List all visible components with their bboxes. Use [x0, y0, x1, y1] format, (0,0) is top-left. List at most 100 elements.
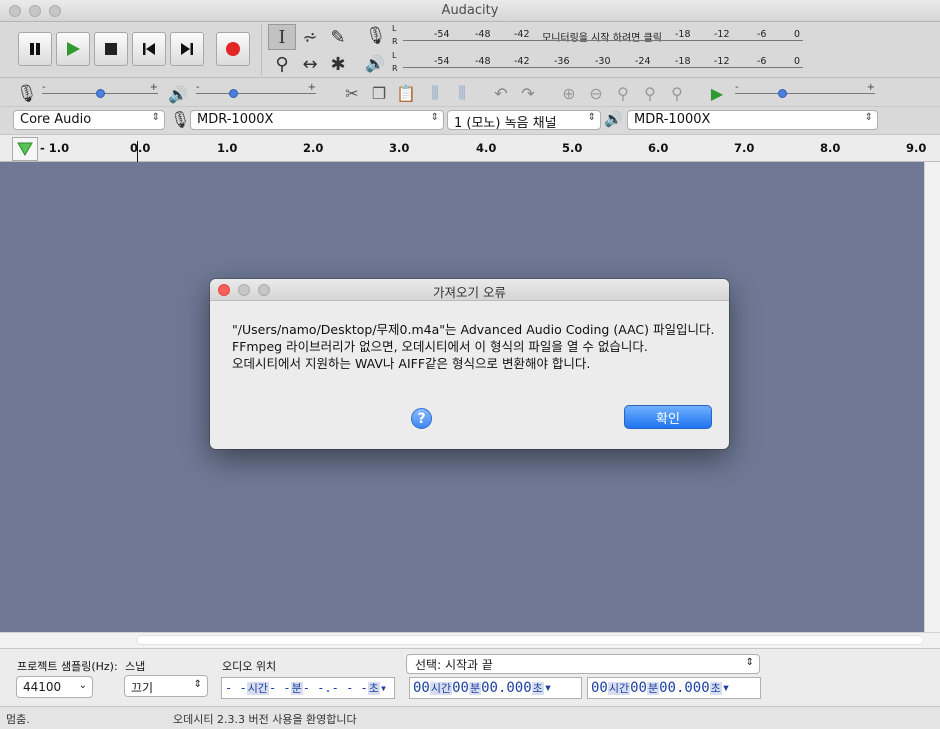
slider-max-label: +	[149, 82, 158, 93]
dialog-message-line: 오데시티에서 지원하는 WAV나 AIFF같은 형식으로 변환해야 합니다.	[232, 356, 591, 371]
play-speed-slider[interactable]: - +	[735, 82, 875, 103]
ruler-tick: 4.0	[476, 141, 497, 155]
slider-track	[196, 93, 316, 94]
play-meter-tick: -6	[757, 56, 767, 67]
audio-host-select[interactable]: Core Audio ⇕	[13, 110, 165, 130]
multi-tool-button[interactable]: ✱	[324, 51, 352, 77]
play-meter-tick: -42	[514, 56, 530, 67]
slider-max-label: +	[307, 82, 316, 93]
play-meter-tick: -12	[714, 56, 730, 67]
time-shift-tool-button[interactable]: ↔	[296, 51, 324, 77]
selection-end-field[interactable]: 00시간00분00.000초▾	[587, 677, 761, 699]
minutes-value: - -	[268, 681, 291, 695]
ruler-tick: 2.0	[303, 141, 324, 155]
slider-track	[735, 93, 875, 94]
help-button[interactable]: ?	[411, 408, 432, 429]
redo-button[interactable]: ↷	[516, 80, 540, 106]
format-menu-arrow-icon[interactable]: ▾	[380, 681, 387, 695]
play-meter-bar	[403, 67, 803, 68]
play-volume-speaker-icon: 🔊	[168, 85, 188, 104]
record-meter-prompt: 모니터링을 시작 하려면 클릭	[542, 33, 662, 44]
hours-value: 00	[591, 680, 608, 696]
format-menu-arrow-icon[interactable]: ▾	[544, 680, 552, 696]
dialog-message: "/Users/namo/Desktop/무제0.m4a"는 Advanced …	[232, 321, 722, 372]
selection-mode-select[interactable]: 선택: 시작과 끝 ⇕	[406, 654, 760, 674]
double-arrow-icon: ↔	[302, 53, 318, 75]
undo-button[interactable]: ↶	[489, 80, 513, 106]
dialog-message-line: "/Users/namo/Desktop/무제0.m4a"는 Advanced …	[232, 322, 715, 337]
selection-tool-button[interactable]: I	[268, 24, 296, 50]
timeline-options-button[interactable]	[12, 137, 38, 161]
recording-device-mic-icon: 🎙	[170, 110, 191, 129]
hours-unit: 시간	[246, 682, 269, 695]
paste-button[interactable]: 📋	[394, 80, 418, 106]
playback-device-select[interactable]: MDR-1000X ⇕	[627, 110, 878, 130]
vertical-scrollbar[interactable]	[924, 162, 940, 632]
record-meter-tick: -12	[714, 29, 730, 40]
fit-selection-icon: ⚲	[617, 83, 629, 103]
record-meter-right-label: R	[392, 37, 398, 46]
cut-button[interactable]: ✂	[340, 80, 364, 106]
fit-project-icon: ⚲	[644, 83, 656, 103]
zoom-in-button[interactable]: ⊕	[557, 80, 581, 106]
chevron-updown-icon: ⇕	[151, 112, 160, 123]
slider-knob[interactable]	[778, 89, 787, 98]
play-button[interactable]	[56, 32, 90, 66]
trim-button[interactable]: ⫼	[423, 80, 447, 106]
project-rate-label: 프로젝트 샘플링(Hz):	[17, 660, 118, 673]
play-meter[interactable]: -54 -48 -42 -36 -30 -24 -18 -12 -6 0	[403, 54, 803, 70]
snap-select[interactable]: 끄기 ⇕	[124, 675, 208, 697]
hours-value: 00	[413, 680, 430, 696]
record-button[interactable]	[216, 32, 250, 66]
zoom-out-button[interactable]: ⊖	[584, 80, 608, 106]
ruler-tick: 8.0	[820, 141, 841, 155]
pause-button[interactable]	[18, 32, 52, 66]
draw-tool-button[interactable]: ✎	[324, 24, 352, 50]
ruler-tick: - 1.0	[40, 141, 70, 155]
minutes-unit: 분	[646, 682, 660, 695]
play-meter-tick: -54	[434, 56, 450, 67]
recording-device-select[interactable]: MDR-1000X ⇕	[190, 110, 444, 130]
record-icon	[226, 42, 240, 56]
ruler-tick: 7.0	[734, 141, 755, 155]
envelope-tool-button[interactable]: ⩫	[296, 24, 324, 50]
ok-button[interactable]: 확인	[624, 405, 712, 429]
audio-position-field[interactable]: - -시간- -분- -.- - -초▾	[221, 677, 395, 699]
record-meter-mic-icon: 🎙	[365, 26, 387, 46]
stop-button[interactable]	[94, 32, 128, 66]
snap-label: 스냅	[125, 660, 146, 673]
copy-button[interactable]: ❐	[367, 80, 391, 106]
play-at-speed-button[interactable]: ▶	[705, 80, 729, 106]
ruler-tick: 9.0	[906, 141, 927, 155]
play-meter-speaker-icon: 🔊	[365, 54, 385, 73]
ruler-tick: 6.0	[648, 141, 669, 155]
play-meter-tick: -24	[635, 56, 651, 67]
chevron-updown-icon: ⇕	[587, 112, 596, 123]
slider-knob[interactable]	[96, 89, 105, 98]
seconds-value: 00.000	[659, 680, 710, 696]
timeline-ruler[interactable]: - 1.0 0.0 1.0 2.0 3.0 4.0 5.0 6.0 7.0 8.…	[0, 134, 940, 163]
play-volume-slider[interactable]: - +	[196, 82, 316, 103]
silence-button[interactable]: ⫼	[450, 80, 474, 106]
magnifier-icon: ⚲	[275, 53, 289, 75]
trim-audio-icon: ⫼	[431, 83, 439, 102]
zoom-toggle-button[interactable]: ⚲	[665, 80, 689, 106]
record-meter[interactable]: -54 -48 -42 모니터링을 시작 하려면 클릭 -18 -12 -6 0	[403, 27, 803, 44]
selection-start-field[interactable]: 00시간00분00.000초▾	[409, 677, 582, 699]
slider-knob[interactable]	[229, 89, 238, 98]
fit-project-button[interactable]: ⚲	[638, 80, 662, 106]
fit-selection-button[interactable]: ⚲	[611, 80, 635, 106]
skip-end-icon	[181, 43, 193, 55]
recording-channels-select[interactable]: 1 (모노) 녹음 채널 ⇕	[447, 110, 601, 131]
minutes-unit: 분	[468, 682, 482, 695]
skip-to-end-button[interactable]	[170, 32, 204, 66]
status-message: 오데시티 2.3.3 버전 사용을 환영합니다	[173, 713, 357, 726]
record-volume-slider[interactable]: - +	[42, 82, 158, 103]
skip-to-start-button[interactable]	[132, 32, 166, 66]
horizontal-scroll-thumb[interactable]	[136, 635, 924, 645]
playback-device-value: MDR-1000X	[634, 112, 711, 127]
format-menu-arrow-icon[interactable]: ▾	[722, 680, 730, 696]
project-rate-combo[interactable]: 44100 ⌄	[16, 676, 93, 698]
zoom-tool-button[interactable]: ⚲	[268, 51, 296, 77]
play-meter-right-label: R	[392, 64, 398, 73]
